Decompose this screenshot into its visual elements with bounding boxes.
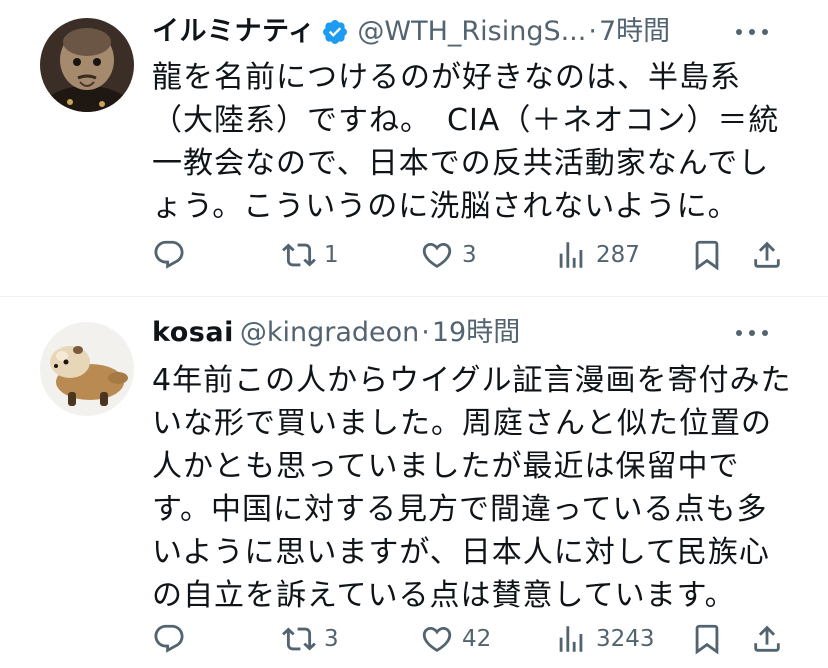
bookmark-button[interactable] — [690, 233, 724, 277]
handle[interactable]: @WTH_RisingS... — [357, 12, 586, 52]
share-button[interactable] — [750, 617, 784, 661]
action-bar: 3 42 3243 — [152, 617, 792, 661]
views-chart-icon — [559, 626, 583, 652]
bookmark-icon — [695, 240, 719, 271]
action-bar: 1 3 287 — [152, 233, 792, 277]
heart-icon — [422, 626, 452, 652]
share-button[interactable] — [750, 233, 784, 277]
tweet-header: kosai @kingradeon · 19時間 — [152, 313, 808, 353]
reply-icon — [154, 624, 184, 653]
like-button[interactable]: 3 — [420, 233, 477, 277]
views-button[interactable]: 287 — [554, 233, 640, 277]
bookmark-icon — [695, 624, 719, 655]
tweet-header: イルミナティ @WTH_RisingS... · 7時間 — [152, 12, 808, 52]
bookmark-button[interactable] — [690, 617, 724, 661]
heart-icon — [422, 242, 452, 268]
like-button[interactable]: 42 — [420, 617, 491, 661]
share-icon — [754, 625, 780, 652]
views-button[interactable]: 3243 — [554, 617, 655, 661]
retweet-button[interactable]: 1 — [282, 233, 339, 277]
reply-button[interactable] — [152, 617, 186, 661]
display-name[interactable]: kosai — [152, 313, 234, 353]
separator-dot: · — [421, 317, 430, 348]
share-icon — [754, 241, 780, 268]
verified-badge-icon — [323, 20, 348, 44]
tweet[interactable]: イルミナティ @WTH_RisingS... · 7時間 龍を名前につけるのが好… — [0, 0, 828, 296]
tweet-text: 龍を名前につけるのが好きなのは、半島系（大陸系）ですね。 CIA（＋ネオコン）＝… — [152, 60, 780, 224]
like-count: 42 — [462, 626, 492, 652]
separator-dot: · — [588, 16, 597, 47]
retweet-count: 1 — [324, 242, 339, 268]
retweet-count: 3 — [324, 626, 339, 652]
reply-button[interactable] — [152, 233, 186, 277]
views-count: 3243 — [596, 626, 655, 652]
retweet-button[interactable]: 3 — [282, 617, 339, 661]
avatar[interactable] — [40, 18, 134, 112]
more-horizontal-icon[interactable] — [736, 16, 768, 48]
handle[interactable]: @kingradeon — [240, 313, 419, 353]
retweet-icon — [282, 627, 316, 651]
avatar[interactable] — [40, 322, 134, 416]
views-count: 287 — [596, 242, 640, 268]
views-chart-icon — [559, 242, 583, 268]
more-horizontal-icon[interactable] — [736, 317, 768, 349]
timestamp[interactable]: 19時間 — [432, 313, 520, 353]
timestamp[interactable]: 7時間 — [599, 12, 670, 52]
display-name[interactable]: イルミナティ — [152, 12, 315, 52]
reply-icon — [154, 240, 184, 269]
like-count: 3 — [462, 242, 477, 268]
retweet-icon — [282, 243, 316, 267]
tweet-text: 4年前この人からウイグル証言漫画を寄付みたいな形で買いました。周庭さんと似た位置… — [152, 363, 792, 613]
tweet[interactable]: kosai @kingradeon · 19時間 4年前この人からウイグル証言漫… — [0, 297, 828, 668]
